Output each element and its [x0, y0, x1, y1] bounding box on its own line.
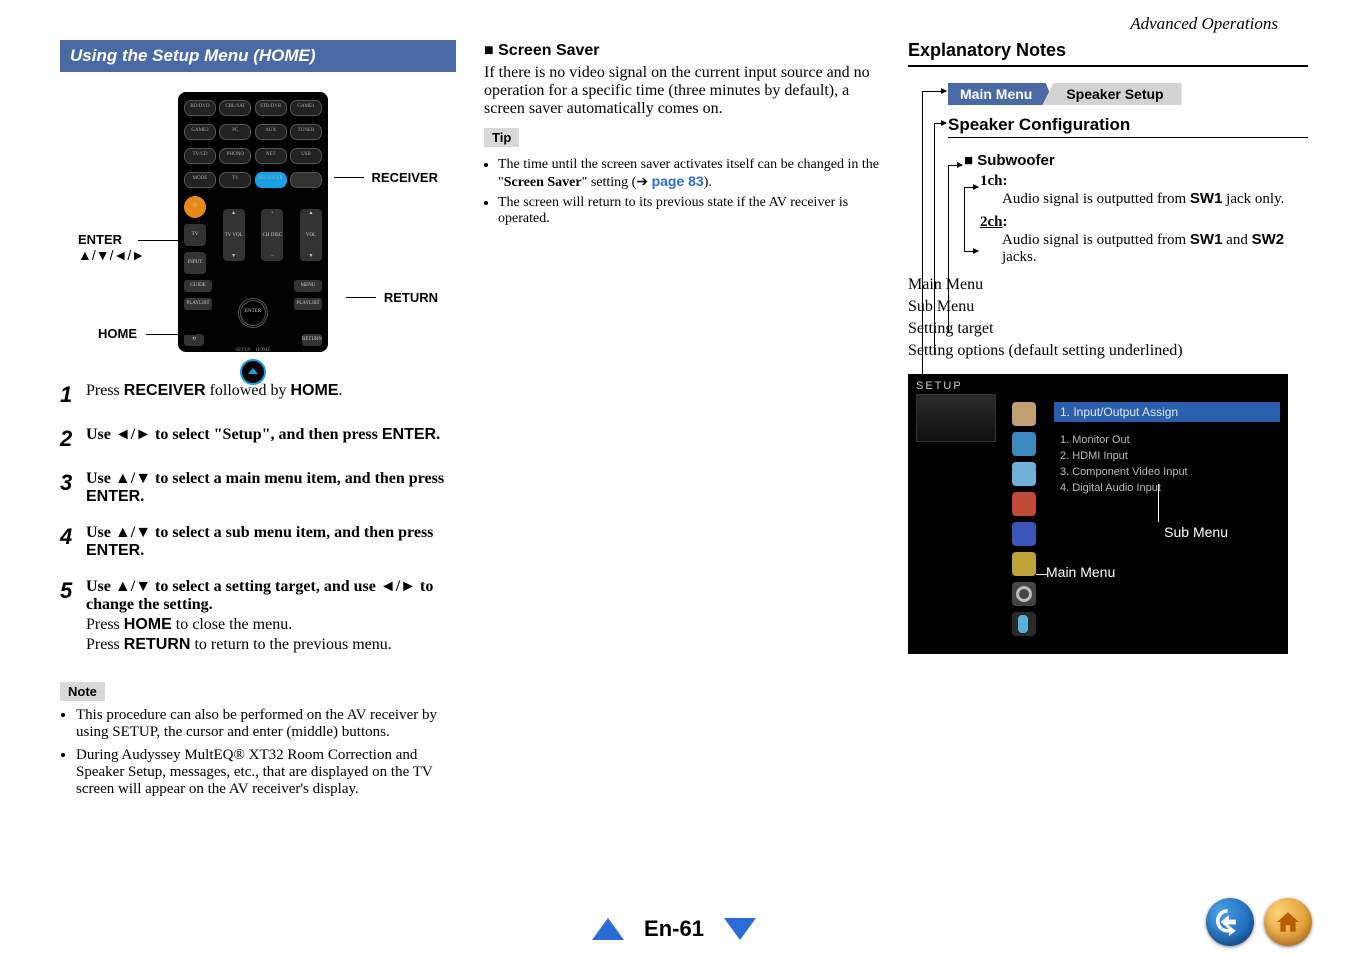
legend: Main Menu Sub Menu Setting target Settin… [908, 276, 1308, 360]
legend-setting-target: Setting target [908, 320, 1308, 338]
setup-label-sub: Sub Menu [1164, 524, 1228, 540]
note-item: This procedure can also be performed on … [76, 707, 456, 741]
tab-speaker-setup: Speaker Setup [1042, 83, 1181, 105]
setup-selected-main: 1. Input/Output Assign [1054, 402, 1280, 422]
setup-sub-item: 3. Component Video Input [1060, 466, 1188, 478]
page-down-icon[interactable] [724, 918, 756, 940]
menu-tabs: Main MenuSpeaker Setup [948, 83, 1308, 105]
step-1: Press RECEIVER followed by HOME. [86, 382, 342, 408]
step-2: Use ◄/► to select "Setup", and then pres… [86, 426, 440, 452]
setup-label-main: Main Menu [1046, 564, 1115, 580]
screen-saver-heading: ■ Screen Saver [484, 42, 880, 60]
legend-main-menu: Main Menu [908, 276, 1308, 294]
remote-label-receiver: RECEIVER [372, 170, 438, 185]
note-item: During Audyssey MultEQ® XT32 Room Correc… [76, 747, 456, 798]
note-label: Note [60, 682, 105, 701]
heading-rule [908, 65, 1308, 67]
screen-saver-body: If there is no video signal on the curre… [484, 64, 880, 118]
tip-list: The time until the screen saver activate… [484, 157, 880, 227]
step-3: Use ▲/▼ to select a main menu item, and … [86, 470, 456, 506]
notes-list: This procedure can also be performed on … [60, 707, 456, 798]
page-number: En-61 [644, 916, 704, 942]
tip-item: The time until the screen saver activate… [498, 157, 880, 191]
setup-sub-list: 1. Monitor Out 2. HDMI Input 3. Componen… [1060, 430, 1188, 498]
tab-main-menu: Main Menu [948, 83, 1054, 105]
tip-item: The screen will return to its previous s… [498, 195, 880, 227]
subwoofer-heading: ■ Subwoofer [964, 152, 1308, 169]
remote-label-return: RETURN [384, 290, 438, 305]
home-icon [1275, 909, 1301, 935]
opt-2ch-desc: Audio signal is outputted from SW1 and S… [1002, 231, 1308, 266]
back-arrow-icon [1216, 908, 1244, 936]
remote-body: BD/DVDCBL/SATSTB/DVRGAME1 GAME2PCAUXTUNE… [178, 92, 328, 352]
setup-icon-column [1012, 402, 1042, 642]
setup-sub-item: 4. Digital Audio Input [1060, 482, 1188, 494]
remote-diagram: BD/DVDCBL/SATSTB/DVRGAME1 GAME2PCAUXTUNE… [78, 92, 438, 352]
home-button[interactable] [1264, 898, 1312, 946]
page-link-83[interactable]: page 83 [652, 173, 704, 189]
setup-thumbnail [916, 394, 996, 442]
speaker-configuration-title: Speaker Configuration [948, 115, 1308, 138]
explanatory-notes-heading: Explanatory Notes [908, 40, 1308, 61]
opt-1ch-desc: Audio signal is outputted from SW1 jack … [1002, 190, 1308, 208]
legend-setting-options: Setting options (default setting underli… [908, 342, 1308, 360]
remote-label-enter: ENTER ▲/▼/◄/► [78, 232, 145, 263]
setup-sub-item: 2. HDMI Input [1060, 450, 1188, 462]
steps-list: 1Press RECEIVER followed by HOME. 2Use ◄… [60, 382, 456, 654]
header-section: Advanced Operations [1130, 14, 1278, 34]
setup-sub-item: 1. Monitor Out [1060, 434, 1188, 446]
legend-sub-menu: Sub Menu [908, 298, 1308, 316]
page-up-icon[interactable] [592, 918, 624, 940]
tip-label: Tip [484, 128, 519, 147]
setup-label: SETUP [916, 380, 963, 392]
opt-1ch: 1ch: [980, 173, 1008, 189]
section-title-using-setup: Using the Setup Menu (HOME) [60, 40, 456, 72]
step-4: Use ▲/▼ to select a sub menu item, and t… [86, 524, 456, 560]
footer: En-61 [0, 916, 1348, 942]
opt-2ch: 2ch [980, 214, 1003, 230]
step-5: Use ▲/▼ to select a setting target, and … [86, 578, 456, 654]
setup-screenshot: SETUP 1. Input/Output Assign 1. Monitor … [908, 374, 1288, 654]
back-button[interactable] [1206, 898, 1254, 946]
remote-label-home: HOME [98, 326, 137, 341]
